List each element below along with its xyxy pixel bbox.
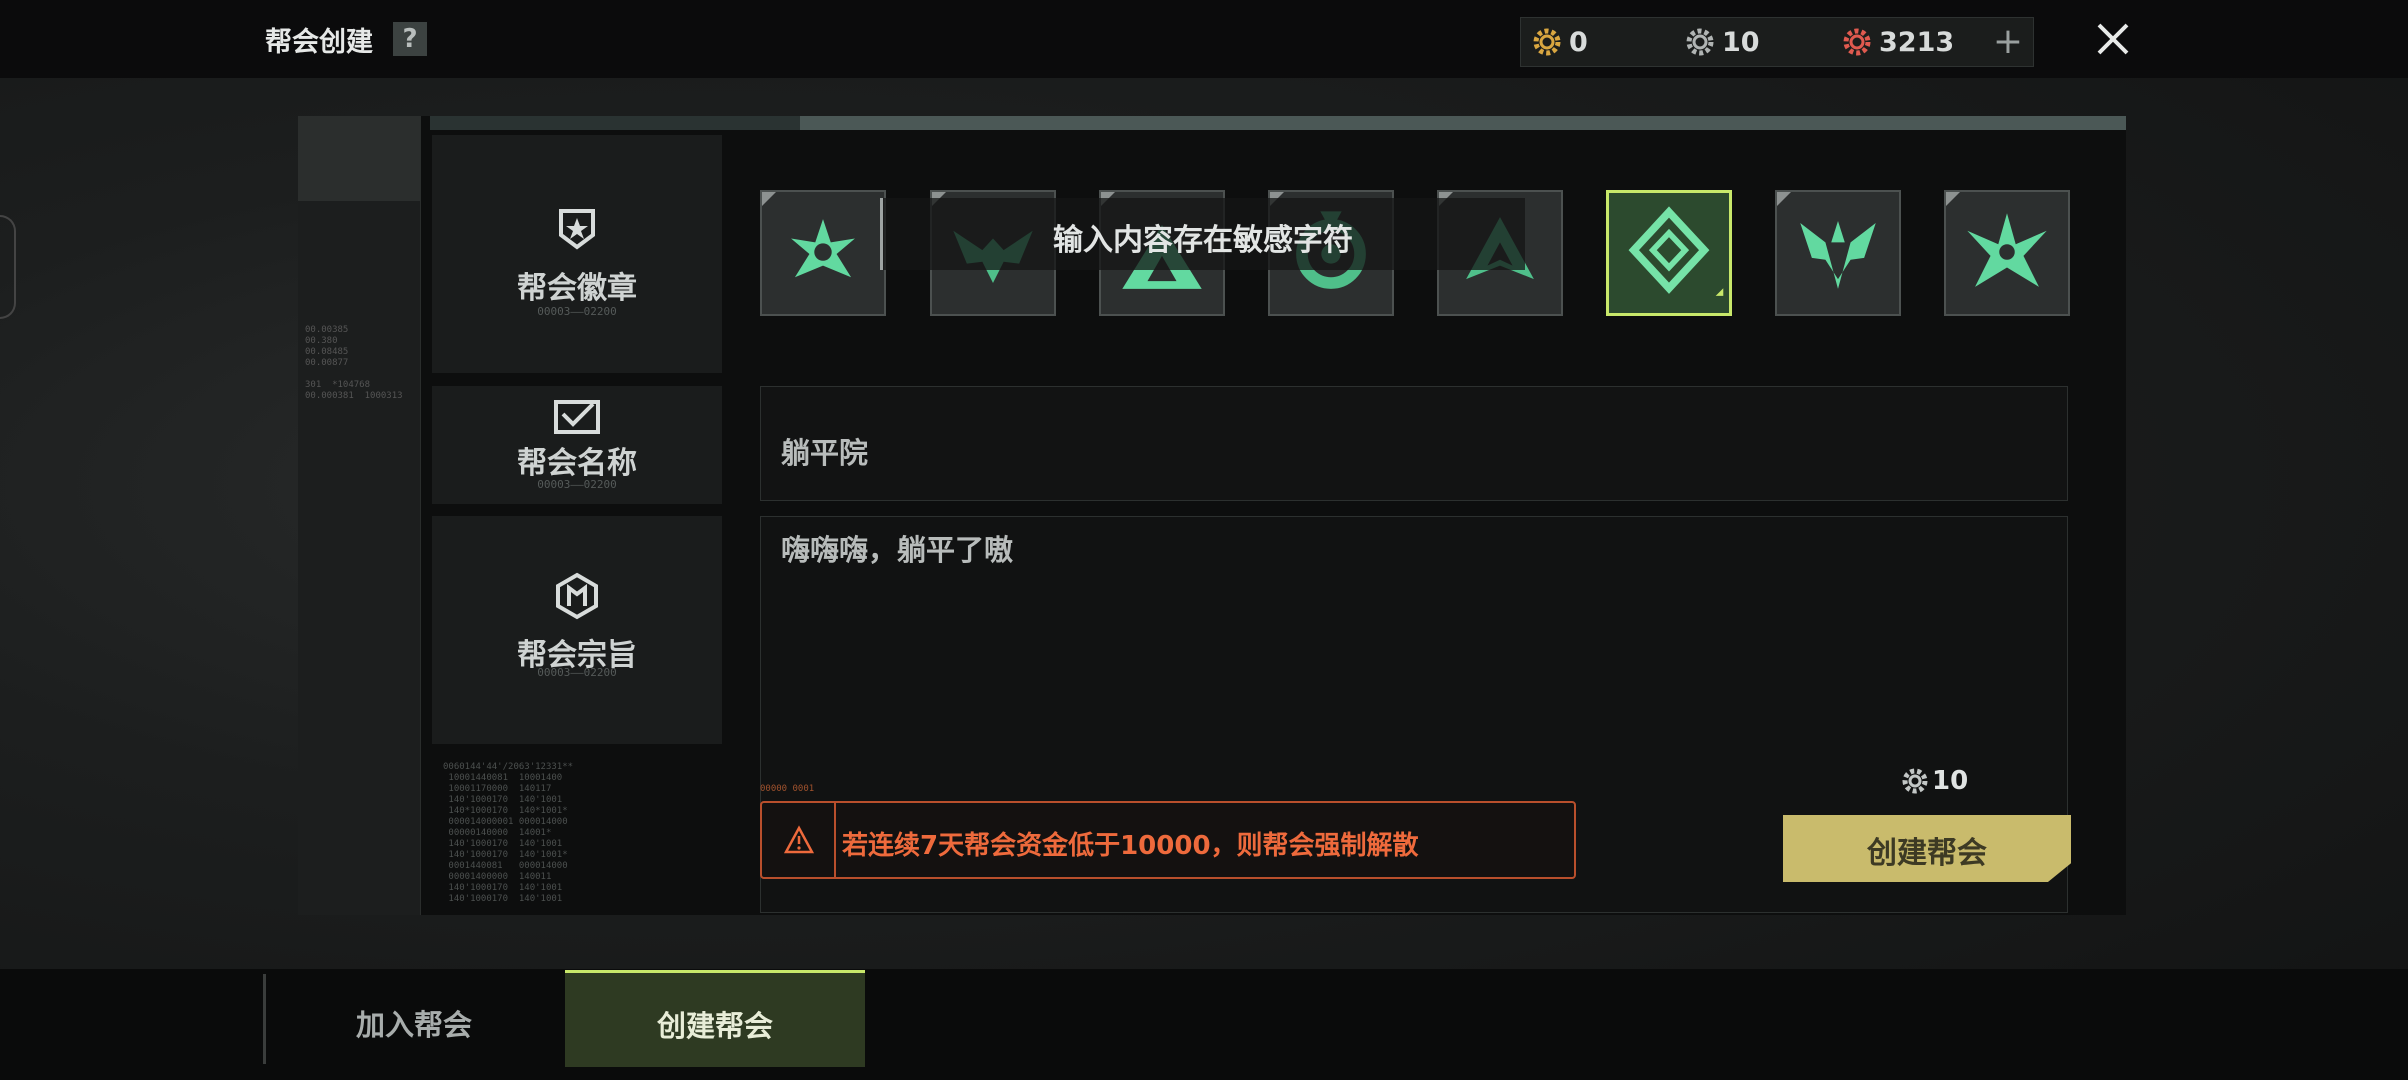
dissolve-warning: 若连续7天帮会资金低于10000，则帮会强制解散 <box>760 801 1576 879</box>
name-label: 帮会名称 <box>517 446 637 481</box>
warning-icon-box <box>762 803 836 877</box>
tab-create-guild-label: 创建帮会 <box>656 1009 773 1043</box>
toast-text: 输入内容存在敏感字符 <box>1053 223 1353 258</box>
warning-text: 若连续7天帮会资金低于10000，则帮会强制解散 <box>842 831 1419 861</box>
currency-silver-value: 10 <box>1722 26 1760 58</box>
tab-create-guild[interactable]: 创建帮会 <box>565 970 865 1067</box>
purpose-sub: 00003——02200 <box>537 666 617 679</box>
burst-emblem-icon <box>1967 213 2047 287</box>
gold-gear-icon <box>1533 28 1561 56</box>
strip-top-block <box>298 116 420 201</box>
emblem-option-8[interactable] <box>1944 190 2070 316</box>
diamond-emblem-icon <box>1628 206 1724 296</box>
silver-gear-icon <box>1902 768 1928 794</box>
panel-top-line-dark <box>430 116 800 130</box>
page-title: 帮会创建 <box>265 27 373 58</box>
currency-red-value: 3213 <box>1879 26 1955 58</box>
currency-bar: 0 10 3213 + <box>1520 17 2034 67</box>
emblem-label: 帮会徽章 <box>517 271 637 306</box>
create-cost-value: 10 <box>1932 766 1969 796</box>
currency-gold: 0 <box>1531 24 1588 60</box>
tab-join-guild[interactable]: 加入帮会 <box>266 972 562 1064</box>
name-sub: 00003——02200 <box>537 478 617 491</box>
tab-join-guild-label: 加入帮会 <box>355 1008 472 1042</box>
help-button[interactable]: ? <box>393 22 427 56</box>
create-guild-button-label: 创建帮会 <box>1867 836 1987 871</box>
guild-name-value: 躺平院 <box>781 436 869 470</box>
emblem-option-1[interactable] <box>760 190 886 316</box>
emblem-sub: 00003——02200 <box>537 305 617 318</box>
emblem-label-block: 帮会徽章 00003——02200 <box>432 135 722 373</box>
guild-name-input[interactable]: 躺平院 <box>760 386 2068 501</box>
purpose-label-block: 帮会宗旨 00003——02200 <box>432 516 722 744</box>
currency-red: 3213 <box>1841 24 1954 60</box>
red-gear-icon <box>1843 28 1871 56</box>
trident-emblem-icon <box>1800 221 1876 289</box>
warning-tag: 00000 0001 <box>760 784 815 794</box>
warning-icon <box>784 825 814 854</box>
create-guild-button[interactable]: 创建帮会 <box>1783 815 2071 882</box>
currency-silver: 10 <box>1684 24 1760 60</box>
hexagon-badge-icon <box>556 572 598 620</box>
guild-purpose-value: 嗨嗨嗨，躺平了嗷 <box>781 533 1014 567</box>
add-currency-button[interactable]: + <box>1993 22 2023 62</box>
silver-gear-icon <box>1686 28 1714 56</box>
close-icon[interactable] <box>2088 14 2138 64</box>
panel-side-strip <box>298 116 421 915</box>
sensitive-words-toast: 输入内容存在敏感字符 <box>880 198 1525 270</box>
envelope-icon <box>554 400 600 434</box>
strip-deco-text: 00.00385 00.380 00.08485 00.00877 301 *1… <box>305 325 403 401</box>
star-emblem-icon <box>791 219 855 278</box>
create-cost: 10 <box>1900 766 1968 796</box>
emblem-option-6-selected[interactable] <box>1606 190 1732 316</box>
shield-star-icon <box>559 209 595 250</box>
side-handle[interactable] <box>0 215 16 319</box>
panel-top-line <box>430 116 2126 130</box>
currency-gold-value: 0 <box>1569 26 1588 58</box>
panel-deco-text: 0060144'44'/2063'12331** 10001440081 100… <box>443 762 574 904</box>
emblem-option-7[interactable] <box>1775 190 1901 316</box>
name-label-block: 帮会名称 00003——02200 <box>432 386 722 504</box>
